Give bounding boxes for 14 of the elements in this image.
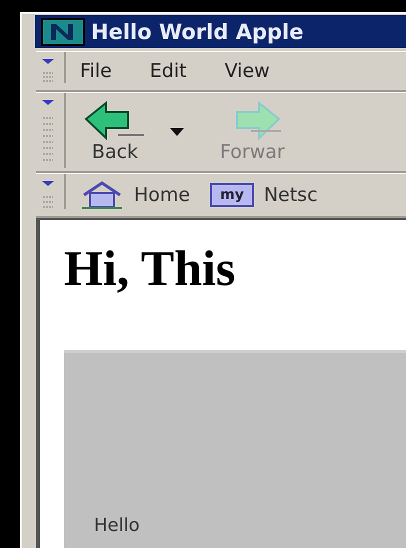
page-heading: Hi, This [64, 239, 236, 298]
home-link[interactable]: Home [80, 181, 190, 209]
menu-item[interactable]: View [210, 60, 282, 82]
window-title: Hello World Apple [91, 20, 304, 44]
house-icon [80, 181, 124, 209]
caret-icon[interactable] [170, 128, 184, 136]
left-arrow-icon [84, 101, 146, 141]
back-button[interactable]: Back [84, 101, 146, 163]
applet-label: Hello [94, 515, 140, 536]
menu-item[interactable]: File [66, 60, 124, 82]
my-badge-icon: my [210, 183, 254, 207]
menu-item[interactable]: Edit [136, 60, 199, 82]
app-icon [41, 18, 85, 46]
bookmark-link[interactable]: my Netsc [210, 183, 318, 207]
